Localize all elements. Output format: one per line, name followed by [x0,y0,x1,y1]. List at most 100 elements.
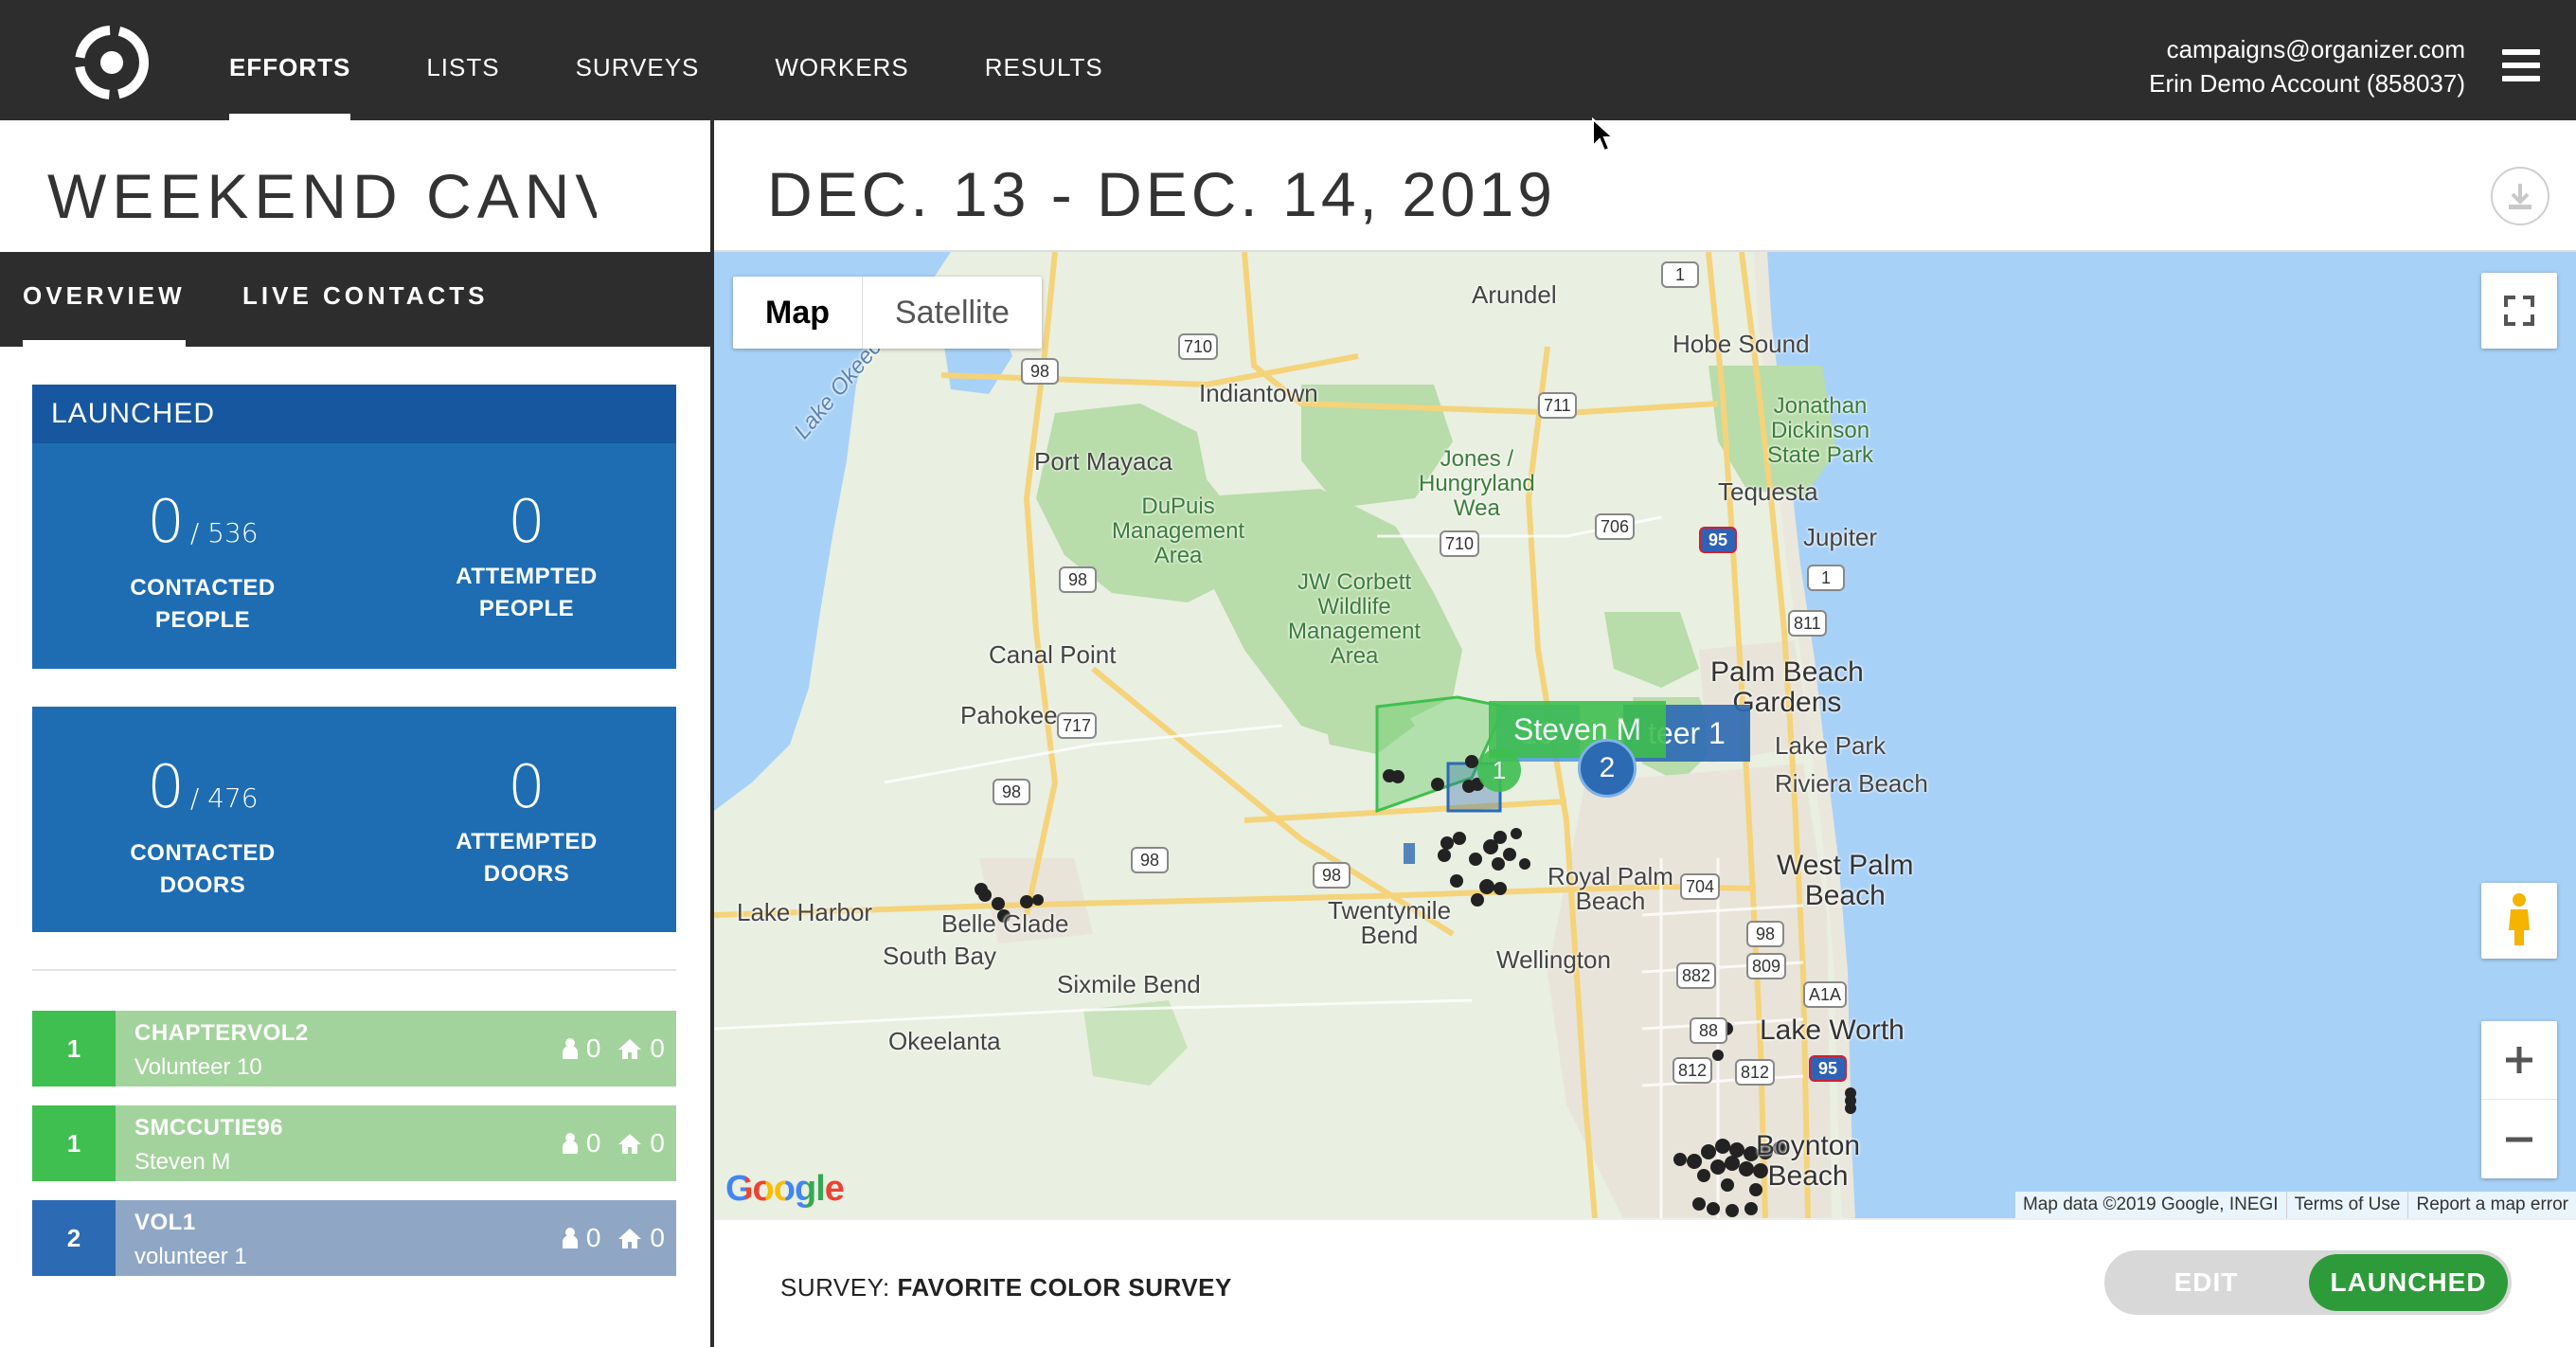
map-label-line: Dickinson [1771,418,1870,443]
map-label-line: Beach [1767,1160,1849,1192]
worker-display-name: volunteer 1 [134,1244,247,1269]
effort-tabs: OVERVIEW LIVE CONTACTS [0,252,710,347]
route-shield: 98 [1313,862,1351,889]
map-label: Wellington [1496,945,1611,974]
nav-lists[interactable]: LISTS [426,0,499,120]
google-logo[interactable]: Google [725,1169,845,1210]
route-shield: 812 [1673,1057,1713,1084]
map-label-line: Area [1154,543,1203,568]
map-label-line: Jones / [1440,446,1514,472]
edit-button[interactable]: EDIT [2104,1250,2308,1315]
account-name: Erin Demo Account (858037) [2149,69,2465,98]
download-button[interactable] [2491,167,2549,225]
person-icon [562,1133,578,1154]
worker-username: SMCCUTIE96 [134,1115,284,1140]
app-logo-icon[interactable] [68,25,155,100]
map-label-line: Beach [1804,880,1886,911]
nav-results[interactable]: RESULTS [985,0,1103,120]
terms-of-use-link[interactable]: Terms of Use [2285,1192,2408,1218]
nav-workers[interactable]: WORKERS [775,0,908,120]
report-map-error-link[interactable]: Report a map error [2407,1192,2576,1218]
contacted-doors-label: CONTACTED [130,840,276,866]
worker-count-badge: 2 [32,1200,116,1276]
map-label: Jonathan Dickinson State Park [1767,394,1873,468]
map-type-map-button[interactable]: Map [733,277,863,349]
route-shield: 98 [1059,566,1097,593]
worker-people-count: 0 [585,1033,601,1063]
map-label: Twentymile Bend [1328,898,1451,947]
route-shield: 882 [1676,962,1717,989]
map-label: Port Mayaca [1034,447,1172,476]
tab-overview[interactable]: OVERVIEW [23,252,186,347]
pegman-icon [2509,893,2530,945]
attempted-doors-value: 0 [508,752,546,821]
tab-live-contacts[interactable]: LIVE CONTACTS [242,252,489,347]
map-label-line: Management [1112,518,1245,544]
attempted-people-value: 0 [508,487,546,556]
map-label: Lake Worth [1760,1015,1905,1046]
route-shield: 98 [1746,921,1784,947]
worker-doors-count: 0 [650,1223,665,1252]
map-label-line: Jonathan [1773,393,1868,419]
zoom-out-button[interactable] [2481,1100,2557,1178]
worker-row[interactable]: 2 VOL1 volunteer 1 0 0 [32,1200,676,1276]
route-shield: 706 [1595,513,1636,540]
route-shield: 1 [1807,565,1845,591]
worker-row[interactable]: 1 CHAPTERVOL2 Volunteer 10 0 0 [32,1011,676,1087]
map-label: Indiantown [1199,379,1318,407]
worker-username: CHAPTERVOL2 [134,1020,309,1046]
map-label-line: West Palm [1777,850,1914,881]
cluster-marker[interactable]: 1 [1477,748,1521,792]
launch-toggle[interactable]: EDIT LAUNCHED [2104,1250,2512,1315]
minus-icon [2506,1137,2532,1141]
map-label: Jupiter [1803,523,1878,551]
route-shield: A1A [1803,981,1848,1008]
people-stats-card: LAUNCHED 0/ 536 CONTACTED PEOPLE 0 ATTEMP… [32,385,676,669]
total-doors-value: / 476 [189,782,259,814]
nav-efforts[interactable]: EFFORTS [229,0,351,120]
map-type-satellite-button[interactable]: Satellite [863,277,1042,349]
route-shield: 710 [1440,530,1480,557]
mouse-cursor-icon [1592,117,1616,153]
street-view-button[interactable] [2481,883,2557,959]
zoom-in-button[interactable] [2481,1021,2557,1100]
worker-count-badge: 1 [32,1105,116,1181]
map-label: South Bay [883,942,996,970]
worker-doors-count: 0 [650,1033,665,1063]
contacted-people-value: 0 [147,487,185,556]
fullscreen-button[interactable] [2481,273,2557,349]
route-shield: 98 [993,779,1030,805]
worker-username: VOL1 [134,1210,196,1235]
person-icon [562,1038,578,1059]
home-icon [618,1134,642,1154]
worker-row[interactable]: 1 SMCCUTIE96 Steven M 0 0 [32,1105,676,1181]
nav-surveys[interactable]: SURVEYS [576,0,700,120]
worker-people-count: 0 [585,1223,601,1252]
map-label: DuPuis Management Area [1112,494,1244,568]
route-shield: 812 [1735,1059,1776,1086]
survey-name[interactable]: FAVORITE COLOR SURVEY [897,1273,1231,1302]
map-label: Pahokee [960,701,1058,729]
home-icon [618,1039,642,1059]
worker-stats: 0 0 [562,1033,665,1064]
map-label: JW Corbett Wildlife Management Area [1288,570,1421,669]
hamburger-menu-icon[interactable] [2502,49,2540,85]
map-label: Belle Glade [941,909,1069,938]
contacted-people-label-2: PEOPLE [154,607,251,633]
launched-button[interactable]: LAUNCHED [2309,1254,2508,1311]
account-info[interactable]: campaigns@organizer.com Erin Demo Accoun… [2149,32,2465,100]
map-label: Jones / Hungryland Wea [1419,447,1535,521]
map-label: Lake Harbor [737,898,873,926]
map-label: Royal Palm Beach [1547,864,1673,913]
cluster-marker[interactable]: 2 [1578,739,1637,798]
survey-info: SURVEY: FAVORITE COLOR SURVEY [780,1273,1232,1302]
map-label: Hobe Sound [1673,330,1810,358]
total-people-value: / 536 [189,517,259,548]
map-label-line: DuPuis [1141,494,1215,519]
map-data-credit: Map data ©2019 Google, INEGI [2022,1194,2279,1214]
map-view[interactable]: Arundel Hobe Sound Indiantown Jonathan Di… [714,252,2576,1218]
worker-map-tooltip[interactable]: Steven M [1489,701,1667,758]
attempted-doors-stat: 0 ATTEMPTED DOORS [385,754,669,890]
map-label-line: Hungryland [1419,471,1535,496]
map-label: Boynton Beach [1756,1131,1860,1192]
